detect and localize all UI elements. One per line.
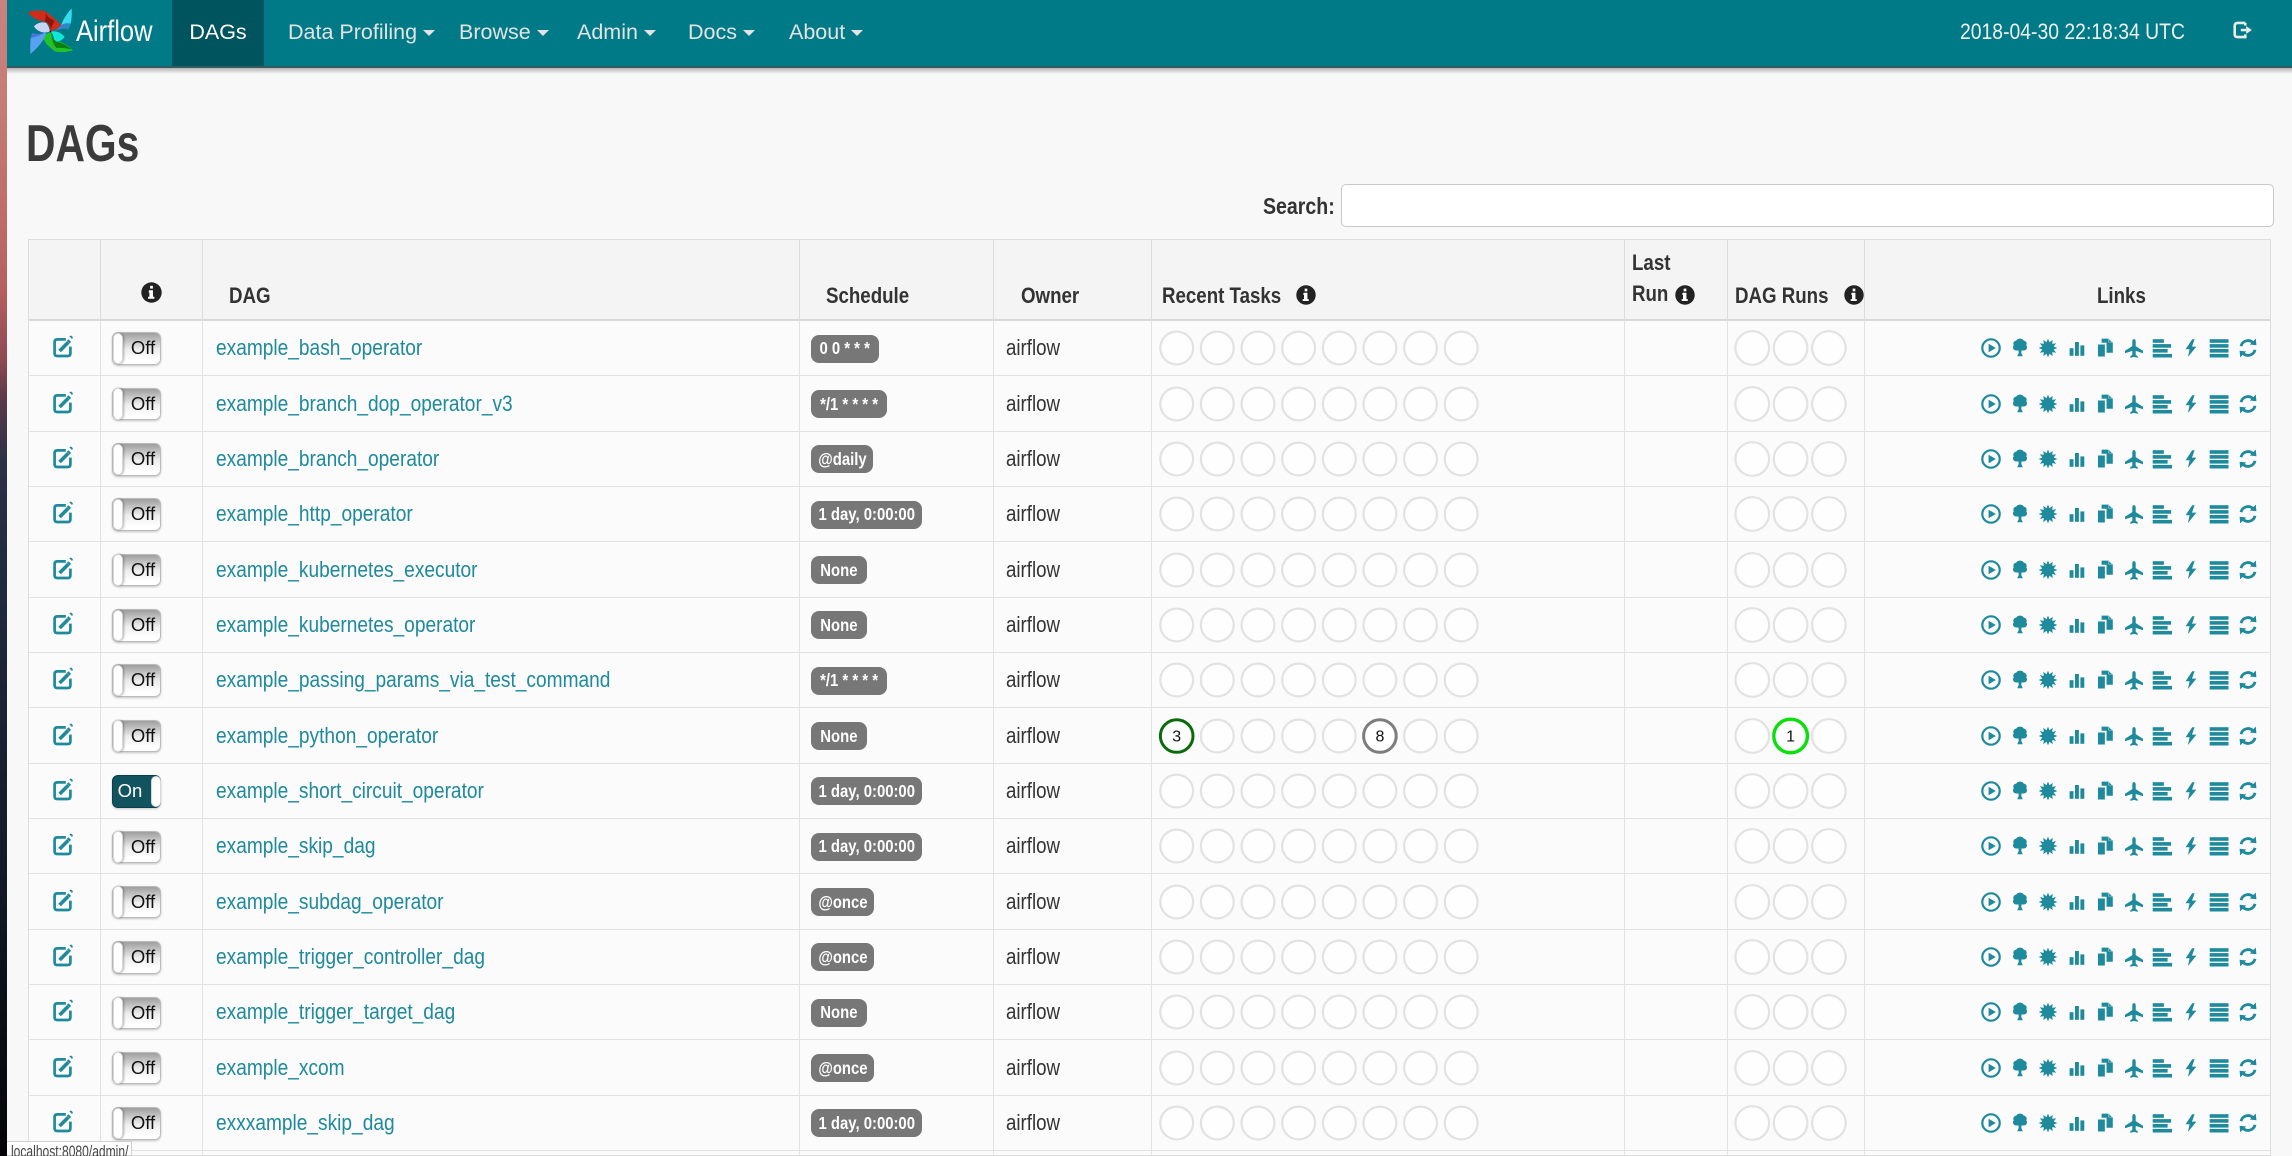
svg-text:8: 8 <box>1375 728 1384 745</box>
svg-text:3: 3 <box>1172 728 1181 745</box>
svg-text:1: 1 <box>1786 728 1795 745</box>
